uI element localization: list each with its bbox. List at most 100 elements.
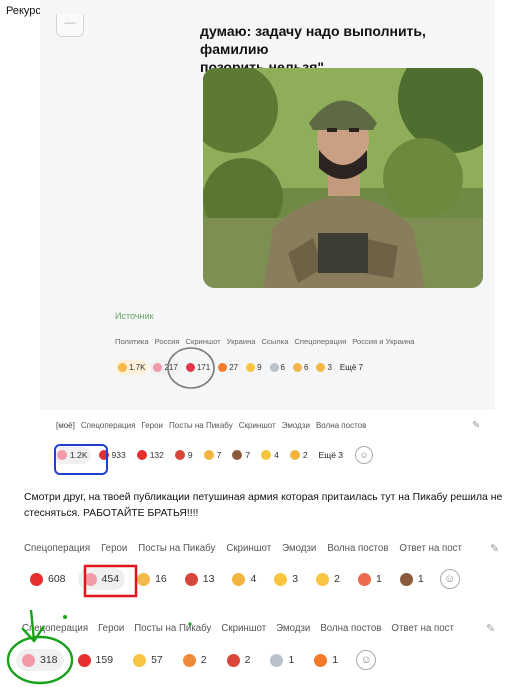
reaction-chip[interactable]: 7	[229, 447, 253, 464]
reaction-chip[interactable]: 9	[172, 447, 196, 464]
reaction-bar: 1.2K 933 132 9 7 7 4 2 Ещё 3 ☺	[54, 446, 374, 464]
tag-link[interactable]: Россия	[155, 337, 180, 346]
reaction-chip[interactable]: 13	[179, 568, 221, 590]
pray-icon	[316, 363, 326, 372]
tag-link[interactable]: Волна постов	[320, 623, 381, 634]
facepalm-icon	[293, 363, 302, 372]
fire-icon	[218, 363, 228, 372]
laugh-icon	[274, 572, 288, 586]
more-reactions-button[interactable]: Ещё 7	[337, 360, 366, 375]
smile-plus-icon: ☺	[444, 573, 456, 585]
tag-link[interactable]: Спецоперация	[294, 337, 346, 346]
tag-link[interactable]: Эмодзи	[282, 543, 316, 554]
reaction-chip[interactable]: 4	[258, 447, 282, 464]
reaction-chip[interactable]: 132	[134, 447, 167, 464]
dove-icon	[269, 363, 279, 372]
tag-link[interactable]: Посты на Пикабу	[169, 421, 233, 430]
reaction-chip[interactable]: 2	[221, 649, 257, 671]
reaction-chip[interactable]: 608	[24, 568, 72, 590]
tag-link[interactable]: Герои	[98, 623, 124, 634]
tag-link[interactable]: Эмодзи	[282, 421, 310, 430]
tag-link[interactable]: Спецоперация	[22, 623, 88, 634]
laugh-icon	[261, 450, 272, 460]
reaction-chip[interactable]: 1	[394, 568, 430, 590]
laugh-icon	[246, 363, 256, 372]
smile-plus-icon: ☺	[360, 654, 372, 666]
reaction-chip[interactable]: 7	[201, 447, 225, 464]
collapse-tab[interactable]: —	[56, 14, 84, 37]
poo-icon	[399, 572, 413, 586]
hundred-icon	[98, 450, 109, 460]
pig-icon	[57, 450, 67, 460]
reaction-chip[interactable]: 1	[308, 649, 344, 671]
reaction-chip[interactable]: 1	[264, 649, 300, 671]
tag-link[interactable]: Скриншот	[186, 337, 221, 346]
reaction-chip[interactable]: 3	[268, 568, 304, 590]
tag-link[interactable]: Россия и Украина	[352, 337, 414, 346]
tag-link[interactable]: Скриншот	[221, 623, 266, 634]
tag-link[interactable]: Посты на Пикабу	[134, 623, 211, 634]
reaction-chip[interactable]: 9	[243, 360, 264, 375]
hundred-icon	[136, 450, 147, 460]
post-tags: Политика Россия Скриншот Украина Ссылка …	[115, 337, 421, 346]
tag-link[interactable]: Спецоперация	[81, 421, 136, 430]
tag-link[interactable]: Политика	[115, 337, 149, 346]
tag-link[interactable]: Герои	[101, 543, 127, 554]
pig-icon	[83, 572, 97, 586]
reaction-chip[interactable]: 1	[352, 568, 388, 590]
reaction-chip[interactable]: 2	[177, 649, 213, 671]
tag-link[interactable]: Ответ на пост	[391, 623, 454, 634]
reaction-chip[interactable]: 6	[267, 360, 288, 375]
more-reactions-button[interactable]: Ещё 3	[316, 447, 346, 464]
reaction-chip[interactable]: 2	[310, 568, 346, 590]
tag-link[interactable]: Волна постов	[316, 421, 366, 430]
reaction-chip[interactable]: 171	[183, 360, 213, 375]
tag-mine[interactable]: [моё]	[56, 421, 75, 430]
tag-link[interactable]: Ссылка	[262, 337, 289, 346]
reaction-chip[interactable]: 1.7K	[115, 360, 149, 375]
soldier-photo	[203, 68, 483, 288]
pencil-icon[interactable]: ✎	[472, 420, 480, 431]
comment-text: Смотри друг, на твоей публикации петушин…	[24, 492, 503, 519]
tag-link[interactable]: Скриншот	[226, 543, 271, 554]
source-link[interactable]: Источник	[115, 311, 153, 321]
hundred-icon	[30, 572, 43, 586]
reaction-chip[interactable]: 454	[77, 568, 126, 590]
tag-link[interactable]: Спецоперация	[24, 543, 90, 554]
pencil-icon[interactable]: ✎	[486, 622, 495, 635]
tag-link[interactable]: Герои	[141, 421, 163, 430]
reaction-chip[interactable]: 6	[290, 360, 311, 375]
reaction-chip[interactable]: 318	[16, 649, 64, 671]
tag-link[interactable]: Волна постов	[327, 543, 388, 554]
add-reaction-button[interactable]: ☺	[439, 569, 460, 589]
post-tags: Спецоперация Герои Посты на Пикабу Скрин…	[24, 543, 473, 554]
add-reaction-button[interactable]: ☺	[356, 650, 377, 670]
tag-link[interactable]: Посты на Пикабу	[138, 543, 215, 554]
tag-link[interactable]: Эмодзи	[276, 623, 310, 634]
reaction-chip[interactable]: 159	[72, 649, 120, 671]
rooster-icon	[184, 572, 198, 586]
reaction-chip[interactable]: 3	[313, 360, 334, 375]
add-reaction-button[interactable]: ☺	[355, 446, 374, 464]
pencil-icon[interactable]: ✎	[490, 542, 499, 555]
pig-icon	[153, 363, 163, 372]
reaction-chip[interactable]: 217	[150, 360, 181, 375]
ok-hand-icon	[289, 450, 300, 460]
grin-icon	[316, 572, 330, 586]
kiss-icon	[232, 572, 246, 586]
reaction-chip[interactable]: 27	[215, 360, 241, 375]
reaction-chip[interactable]: 933	[96, 447, 129, 464]
tag-link[interactable]: Ответ на пост	[399, 543, 462, 554]
reaction-chip[interactable]: 2	[287, 447, 311, 464]
heart-icon	[185, 363, 195, 372]
tag-link[interactable]: Скриншот	[239, 421, 276, 430]
rooster-icon	[226, 653, 240, 667]
reaction-bar: 318 159 57 2 2 1 1 ☺	[16, 649, 377, 671]
rooster-icon	[174, 450, 185, 460]
reaction-chip[interactable]: 57	[127, 649, 169, 671]
dove-icon	[270, 653, 284, 667]
tag-link[interactable]: Украина	[227, 337, 256, 346]
reaction-chip[interactable]: 16	[131, 568, 173, 590]
reaction-chip[interactable]: 1.2K	[54, 446, 91, 464]
reaction-chip[interactable]: 4	[226, 568, 262, 590]
